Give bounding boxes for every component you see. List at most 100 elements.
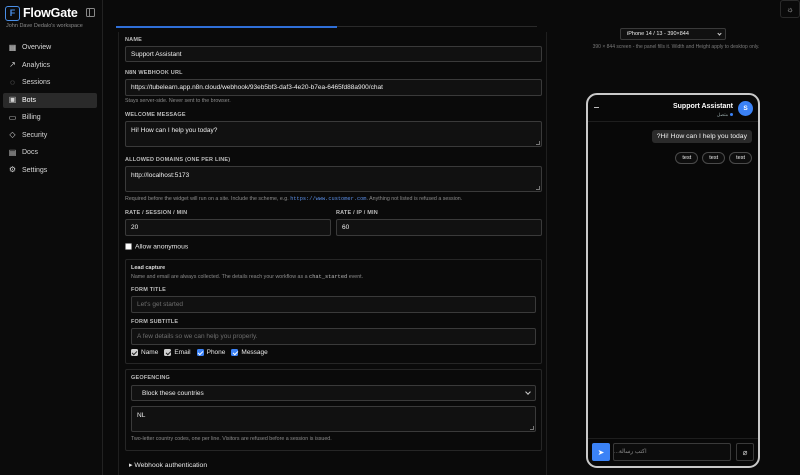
- name-input[interactable]: Support Assistant: [125, 46, 542, 62]
- chat-composer: ➤ اكتب رسالة... ⌀: [588, 438, 758, 466]
- sun-icon: ☼: [786, 4, 794, 14]
- webhook-auth-label: Webhook authentication: [134, 462, 208, 469]
- lead-fields-row: Name Email Phone Message: [131, 349, 268, 356]
- device-select-value: iPhone 14 / 13 - 390×844: [627, 31, 689, 37]
- allow-anonymous-row[interactable]: Allow anonymous: [125, 243, 188, 250]
- sidebar-item-security[interactable]: ◇ Security: [3, 128, 97, 143]
- welcome-message-textarea[interactable]: Hi! How can I help you today?: [125, 121, 542, 147]
- widget-preview: ☼ iPhone 14 / 13 - 390×844 390 × 844 scr…: [550, 0, 800, 475]
- field-phone-checkbox[interactable]: [196, 349, 204, 356]
- sidebar-item-settings[interactable]: ⚙ Settings: [3, 163, 97, 178]
- sidebar-collapse-icon[interactable]: [86, 8, 95, 17]
- geofencing-mode-value: Block these countries: [142, 389, 204, 397]
- form-title-label: FORM TITLE: [131, 287, 166, 293]
- field-message-checkbox[interactable]: [231, 349, 239, 356]
- allowed-domains-textarea[interactable]: http://localhost:5173: [125, 166, 542, 192]
- send-button[interactable]: ➤: [592, 443, 610, 461]
- workspace-name: John Dave Dedalo's workspace: [6, 23, 83, 29]
- field-name-label: Name: [141, 349, 159, 357]
- quick-reply-chip[interactable]: test: [675, 152, 699, 164]
- sidebar-item-label: Docs: [22, 149, 38, 156]
- form-subtitle-input[interactable]: A few details so we can help you properl…: [131, 328, 536, 345]
- bot-icon: ▣: [8, 95, 17, 104]
- phone-frame: Support Assistant متصل S ?Hi! How can I …: [586, 93, 760, 468]
- form-subtitle-placeholder: A few details so we can help you properl…: [137, 333, 258, 340]
- field-message-label: Message: [241, 349, 268, 357]
- sidebar-item-sessions[interactable]: ◌ Sessions: [3, 75, 97, 90]
- sidebar-item-label: Sessions: [22, 79, 51, 86]
- gear-icon: ⚙: [8, 165, 17, 174]
- sidebar-item-label: Bots: [22, 96, 37, 104]
- field-email-toggle[interactable]: Email: [164, 349, 191, 357]
- rate-session-input[interactable]: 20: [125, 219, 331, 236]
- bot-status-text: متصل: [716, 112, 728, 117]
- sidebar: F FlowGate John Dave Dedalo's workspace …: [0, 0, 103, 475]
- minimize-icon[interactable]: [594, 107, 599, 108]
- form-title-placeholder: Let's get started: [137, 301, 184, 308]
- message-input-placeholder: اكتب رسالة...: [614, 449, 647, 455]
- webhook-url-label: N8N WEBHOOK URL: [125, 70, 183, 76]
- sidebar-item-label: Security: [22, 131, 48, 139]
- field-name-toggle[interactable]: Name: [131, 349, 158, 356]
- resize-handle-icon[interactable]: [536, 141, 540, 145]
- sidebar-item-docs[interactable]: ▤ Docs: [3, 145, 97, 160]
- domains-help-pre: Required before the widget will run on a…: [125, 196, 289, 202]
- tab-divider: [337, 26, 537, 27]
- field-phone-toggle[interactable]: Phone: [196, 349, 226, 357]
- sidebar-item-analytics[interactable]: ↗ Analytics: [3, 58, 97, 73]
- sidebar-item-label: Overview: [22, 44, 52, 51]
- geofencing-countries-value: NL: [137, 412, 146, 419]
- sidebar-item-bots[interactable]: ▣ Bots: [3, 92, 97, 108]
- sidebar-item-overview[interactable]: ▦ Overview: [3, 40, 97, 55]
- quick-reply-chip[interactable]: test: [729, 152, 752, 164]
- bot-status: متصل: [717, 112, 733, 118]
- chat-header: Support Assistant متصل S: [588, 95, 758, 122]
- field-phone-label: Phone: [206, 349, 226, 357]
- chevron-down-icon: [717, 31, 722, 36]
- resize-handle-icon[interactable]: [530, 426, 534, 430]
- webhook-auth-toggle[interactable]: ▸ Webhook authentication: [129, 461, 207, 469]
- field-name-checkbox[interactable]: [131, 349, 138, 356]
- geofencing-label: GEOFENCING: [131, 375, 170, 381]
- bot-avatar: S: [738, 101, 753, 116]
- sidebar-item-label: Billing: [22, 114, 41, 121]
- welcome-message-value: Hi! How can I help you today?: [131, 127, 218, 134]
- send-icon: ➤: [597, 447, 605, 457]
- field-email-checkbox[interactable]: [164, 349, 172, 356]
- geofencing-mode-select[interactable]: Block these countries: [131, 385, 536, 401]
- allow-anonymous-label: Allow anonymous: [135, 243, 189, 251]
- sidebar-nav: ▦ Overview ↗ Analytics ◌ Sessions ▣ Bots…: [3, 40, 97, 180]
- book-icon: ▤: [8, 147, 17, 157]
- device-select[interactable]: iPhone 14 / 13 - 390×844: [620, 28, 726, 40]
- attach-button[interactable]: ⌀: [736, 443, 754, 461]
- bot-editor: NAME Support Assistant N8N WEBHOOK URL h…: [103, 0, 550, 475]
- message-input[interactable]: اكتب رسالة...: [613, 443, 731, 461]
- geofencing-countries-textarea[interactable]: NL: [131, 406, 536, 432]
- webhook-url-input[interactable]: https://tubelearn.app.n8n.cloud/webhook/…: [125, 79, 542, 96]
- lead-capture-desc: Name and email are always collected. The…: [131, 274, 363, 280]
- active-tab-indicator: [116, 26, 337, 28]
- brand[interactable]: F FlowGate: [5, 4, 98, 22]
- welcome-message-label: WELCOME MESSAGE: [125, 112, 186, 118]
- domains-help-code: https://www.customer.com: [290, 196, 367, 202]
- lead-desc-post: event.: [348, 274, 364, 280]
- quick-reply-chip[interactable]: test: [702, 152, 726, 164]
- form-title-input[interactable]: Let's get started: [131, 296, 536, 313]
- trend-icon: ↗: [9, 60, 16, 69]
- lead-capture-section: Lead capture Name and email are always c…: [125, 259, 542, 364]
- online-dot-icon: [730, 113, 733, 117]
- disclosure-triangle-icon: ▸: [129, 462, 133, 469]
- sidebar-item-billing[interactable]: ▭ Billing: [3, 110, 97, 125]
- paperclip-icon: ⌀: [742, 447, 748, 457]
- preview-note: 390 × 844 screen - the panel fills it. W…: [592, 44, 760, 50]
- rate-ip-label: RATE / IP / MIN: [336, 210, 378, 216]
- theme-toggle-button[interactable]: ☼: [780, 0, 800, 18]
- field-email-label: Email: [174, 349, 191, 357]
- resize-handle-icon[interactable]: [536, 186, 540, 190]
- domains-help-post: . Anything not listed is refused a sessi…: [366, 196, 463, 202]
- bot-name: Support Assistant: [672, 103, 733, 110]
- field-message-toggle[interactable]: Message: [231, 349, 268, 357]
- rate-ip-input[interactable]: 60: [336, 219, 542, 236]
- allow-anonymous-checkbox[interactable]: [125, 243, 132, 250]
- sidebar-item-label: Analytics: [22, 61, 51, 69]
